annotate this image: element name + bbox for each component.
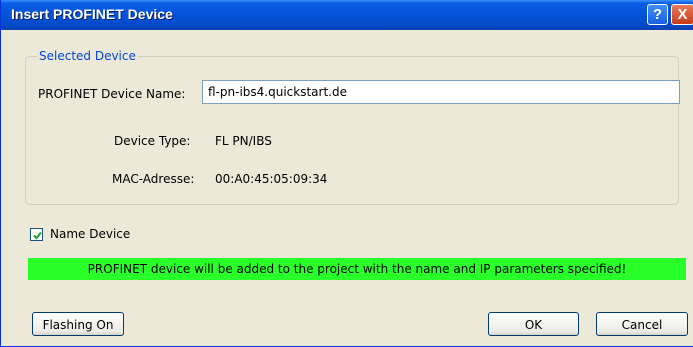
device-type-value: FL PN/IBS <box>215 134 272 148</box>
flashing-on-button[interactable]: Flashing On <box>32 312 124 336</box>
device-type-label: Device Type: <box>114 134 191 148</box>
device-name-input[interactable] <box>202 80 680 104</box>
selected-device-legend: Selected Device <box>37 49 138 63</box>
close-icon: X <box>677 6 688 23</box>
status-message: PROFINET device will be added to the pro… <box>87 262 627 276</box>
mac-address-label: MAC-Adresse: <box>112 172 195 186</box>
checkmark-icon <box>33 231 42 240</box>
ok-button[interactable]: OK <box>488 312 579 336</box>
help-icon: ? <box>652 6 663 23</box>
name-device-checkbox[interactable] <box>30 228 43 241</box>
help-button[interactable]: ? <box>647 4 668 25</box>
insert-profinet-device-dialog: Insert PROFINET Device ? X Selected Devi… <box>0 0 693 347</box>
close-button[interactable]: X <box>671 4 693 25</box>
cancel-button[interactable]: Cancel <box>596 312 688 336</box>
mac-address-value: 00:A0:45:05:09:34 <box>215 172 328 186</box>
device-name-label: PROFINET Device Name: <box>38 87 186 101</box>
title-bar[interactable]: Insert PROFINET Device ? X <box>1 0 693 30</box>
status-message-bar: PROFINET device will be added to the pro… <box>28 258 686 280</box>
name-device-label[interactable]: Name Device <box>50 227 130 241</box>
dialog-title: Insert PROFINET Device <box>11 6 173 22</box>
